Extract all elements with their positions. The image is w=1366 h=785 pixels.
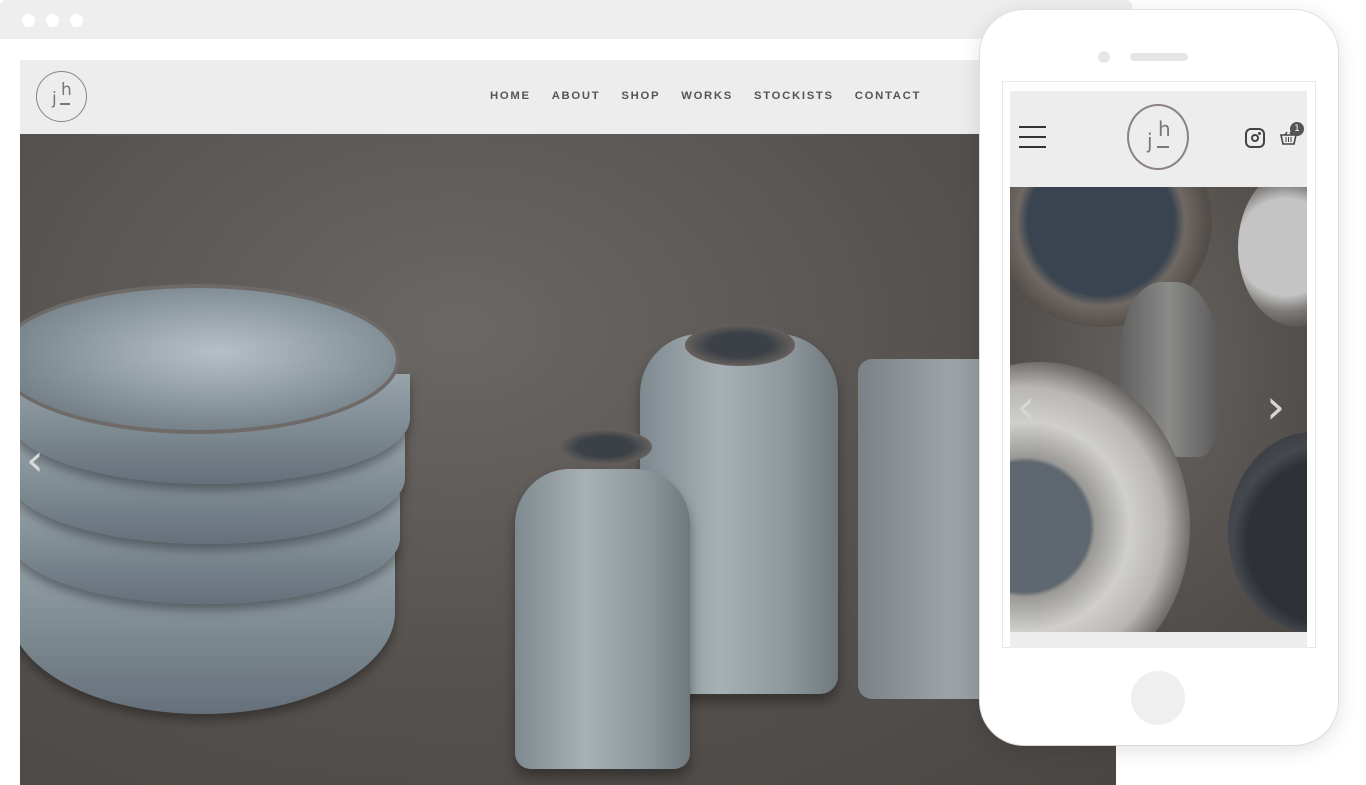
tall-vase-opening — [685, 324, 795, 366]
instagram-icon[interactable] — [1245, 128, 1265, 148]
hamburger-menu-icon[interactable] — [1019, 126, 1046, 148]
small-vase-shape — [515, 469, 690, 769]
nav-works[interactable]: WORKS — [681, 90, 733, 102]
logo-bar — [60, 103, 70, 105]
nav-shop[interactable]: SHOP — [621, 90, 660, 102]
browser-title-bar — [0, 0, 1132, 39]
mobile-hero-next-arrow[interactable]: › — [1266, 383, 1285, 431]
hero-slider-image: ‹ — [20, 134, 1116, 785]
nav-home[interactable]: HOME — [490, 90, 531, 102]
site-logo[interactable]: h j — [36, 71, 87, 122]
nav-contact[interactable]: CONTACT — [855, 90, 921, 102]
mobile-site: h j 1 ‹ › — [1010, 91, 1307, 648]
mobile-site-logo[interactable]: h j — [1127, 104, 1189, 170]
nav-stockists[interactable]: STOCKISTS — [754, 90, 834, 102]
window-minimize-dot[interactable] — [46, 14, 59, 27]
site-header: h j HOME ABOUT SHOP WORKS STOCKISTS CONT… — [20, 60, 1116, 134]
phone-home-button[interactable] — [1131, 671, 1185, 725]
logo-letter-j: j — [52, 89, 57, 109]
window-close-dot[interactable] — [22, 14, 35, 27]
logo-letter-j: j — [1147, 129, 1153, 153]
phone-mockup: h j 1 ‹ › — [980, 10, 1338, 745]
nav-about[interactable]: ABOUT — [552, 90, 601, 102]
main-nav: HOME ABOUT SHOP WORKS STOCKISTS CONTACT — [490, 90, 942, 102]
logo-letter-h: h — [1158, 117, 1171, 141]
phone-screen: h j 1 ‹ › — [1002, 81, 1316, 648]
logo-letter-h: h — [61, 80, 72, 100]
small-vase-opening — [558, 429, 652, 465]
desktop-site: h j HOME ABOUT SHOP WORKS STOCKISTS CONT… — [20, 60, 1116, 785]
logo-bar — [1157, 146, 1169, 148]
bowl-shape — [1238, 187, 1307, 327]
hero-prev-arrow[interactable]: ‹ — [26, 439, 44, 483]
mobile-header: h j 1 — [1010, 91, 1307, 187]
window-maximize-dot[interactable] — [70, 14, 83, 27]
mobile-hero-prev-arrow[interactable]: ‹ — [1016, 383, 1035, 431]
phone-camera — [1098, 51, 1110, 63]
cart-count-badge: 1 — [1290, 122, 1304, 136]
mobile-hero-slider-image: ‹ › — [1010, 187, 1307, 632]
dark-plate-shape — [1228, 432, 1307, 632]
phone-speaker — [1130, 53, 1188, 61]
mockup-stage: h j HOME ABOUT SHOP WORKS STOCKISTS CONT… — [0, 0, 1366, 785]
